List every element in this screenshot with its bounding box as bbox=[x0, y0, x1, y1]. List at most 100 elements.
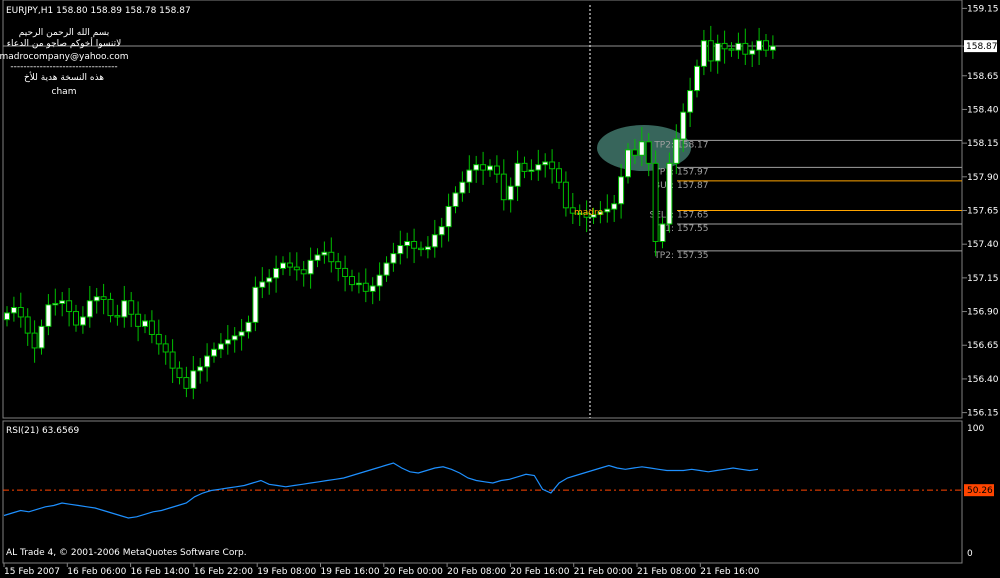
candle-bear bbox=[645, 141, 652, 164]
candle-bear bbox=[742, 42, 749, 55]
time-tick-label: 20 Feb 00:00 bbox=[384, 567, 443, 577]
candle-bull bbox=[224, 339, 231, 345]
time-tick-label: 19 Feb 16:00 bbox=[321, 567, 380, 577]
candle-bull bbox=[355, 282, 362, 286]
time-tick-label: 20 Feb 16:00 bbox=[510, 567, 569, 577]
price-tick-label: 158.15 bbox=[967, 139, 999, 149]
candle-bear bbox=[342, 267, 349, 278]
candle-bear bbox=[721, 42, 728, 50]
candle-bull bbox=[514, 162, 521, 187]
madro-marker-label: madro bbox=[574, 208, 603, 218]
candle-bear bbox=[135, 313, 142, 327]
candle-bull bbox=[266, 277, 273, 283]
candle-bull bbox=[52, 302, 59, 306]
candle-bull bbox=[714, 42, 721, 62]
candle-bear bbox=[100, 296, 107, 300]
rsi-level-label: 50.26 bbox=[967, 486, 993, 496]
candle-bear bbox=[176, 367, 183, 379]
candle-bull bbox=[673, 138, 680, 164]
candle-bull bbox=[611, 203, 618, 210]
candle-bear bbox=[73, 311, 79, 326]
watermark-line2: لاتنسوا أخوكم صاجو من الدعاء bbox=[7, 37, 122, 49]
candle-bear bbox=[148, 320, 155, 335]
candle-bear bbox=[286, 262, 293, 268]
price-tick-label: 157.90 bbox=[967, 173, 999, 183]
copyright-text: AL Trade 4, © 2001-2006 MetaQuotes Softw… bbox=[6, 548, 247, 558]
candle-bull bbox=[749, 49, 756, 55]
candle-bear bbox=[183, 377, 190, 389]
price-tick-label: 156.40 bbox=[967, 375, 999, 385]
candle-bull bbox=[397, 245, 404, 255]
candle-bull bbox=[438, 226, 445, 236]
candle-bull bbox=[45, 304, 52, 327]
candle-bull bbox=[231, 335, 238, 341]
symbol-info: EURJPY,H1 158.80 158.89 158.78 158.87 bbox=[6, 6, 191, 16]
candle-bull bbox=[142, 320, 148, 327]
level-price: 157.35 bbox=[677, 251, 709, 261]
price-chart[interactable]: TP2: 158.17TP1: 157.97BUY: 157.87SELL: 157.6… bbox=[0, 0, 1000, 578]
candle-bull bbox=[314, 254, 321, 261]
price-tick-label: 156.90 bbox=[967, 308, 999, 318]
time-tick-label: 19 Feb 08:00 bbox=[257, 567, 316, 577]
price-tick-label: 156.65 bbox=[967, 341, 999, 351]
candle-bear bbox=[162, 343, 169, 353]
candle-bear bbox=[169, 351, 176, 369]
candle-bull bbox=[86, 300, 93, 318]
candle-bull bbox=[121, 300, 128, 318]
candle-bull bbox=[680, 111, 687, 140]
time-tick-label: 15 Feb 2007 bbox=[4, 567, 60, 577]
candle-bull bbox=[59, 300, 66, 304]
candle-bull bbox=[666, 162, 673, 225]
rsi-tick-label: 100 bbox=[967, 424, 984, 434]
candle-bull bbox=[10, 307, 17, 314]
candle-bull bbox=[190, 370, 197, 389]
candle-bull bbox=[321, 251, 328, 256]
price-tick-label: 158.40 bbox=[967, 105, 999, 115]
candle-bull bbox=[197, 366, 204, 372]
level-price: 157.55 bbox=[677, 224, 709, 234]
candle-bear bbox=[293, 266, 300, 271]
level-price: 157.87 bbox=[677, 181, 709, 191]
candle-bear bbox=[562, 181, 569, 209]
candle-bull bbox=[376, 274, 383, 287]
candle-bull bbox=[280, 262, 286, 269]
current-price-label: 158.87 bbox=[966, 42, 998, 52]
candle-bull bbox=[487, 165, 493, 171]
main-panel-frame bbox=[2, 0, 963, 419]
candle-bear bbox=[707, 40, 714, 62]
price-tick-label: 158.65 bbox=[967, 72, 999, 82]
candle-bear bbox=[556, 168, 562, 183]
candle-bull bbox=[383, 262, 390, 276]
candle-bear bbox=[631, 149, 638, 156]
candle-bull bbox=[466, 169, 473, 183]
candle-bull bbox=[535, 164, 542, 171]
watermark-name: cham bbox=[52, 87, 77, 97]
candle-bull bbox=[204, 355, 211, 368]
candle-bear bbox=[480, 164, 487, 171]
candle-bull bbox=[93, 296, 100, 302]
candle-bull bbox=[452, 192, 459, 207]
candle-bull bbox=[38, 325, 45, 349]
candle-bear bbox=[411, 240, 418, 249]
rsi-label: RSI(21) 63.6569 bbox=[6, 426, 79, 436]
candle-bull bbox=[528, 169, 535, 172]
watermark-divider: --------------------------------- bbox=[10, 62, 117, 72]
candle-bear bbox=[521, 162, 528, 172]
candle-bear bbox=[155, 333, 162, 345]
candle-bear bbox=[652, 162, 659, 242]
time-tick-label: 16 Feb 14:00 bbox=[131, 567, 190, 577]
candle-bull bbox=[700, 40, 707, 67]
time-tick-label: 21 Feb 00:00 bbox=[574, 567, 633, 577]
price-tick-label: 157.15 bbox=[967, 274, 999, 284]
level-label: TP2: bbox=[653, 251, 674, 261]
candle-bull bbox=[694, 65, 700, 92]
candle-bull bbox=[217, 343, 224, 350]
watermark-line1: بسم الله الرحمن الرحيم bbox=[19, 28, 109, 38]
candle-bull bbox=[424, 246, 431, 251]
candle-bull bbox=[735, 42, 742, 51]
price-axis: 159.15 158.87 158.65 158.40 158.15 157.90 157.… bbox=[962, 4, 999, 419]
candle-bear bbox=[24, 316, 31, 334]
candle-bull bbox=[445, 205, 452, 228]
candle-bear bbox=[418, 247, 424, 251]
candle-bull bbox=[756, 40, 763, 51]
